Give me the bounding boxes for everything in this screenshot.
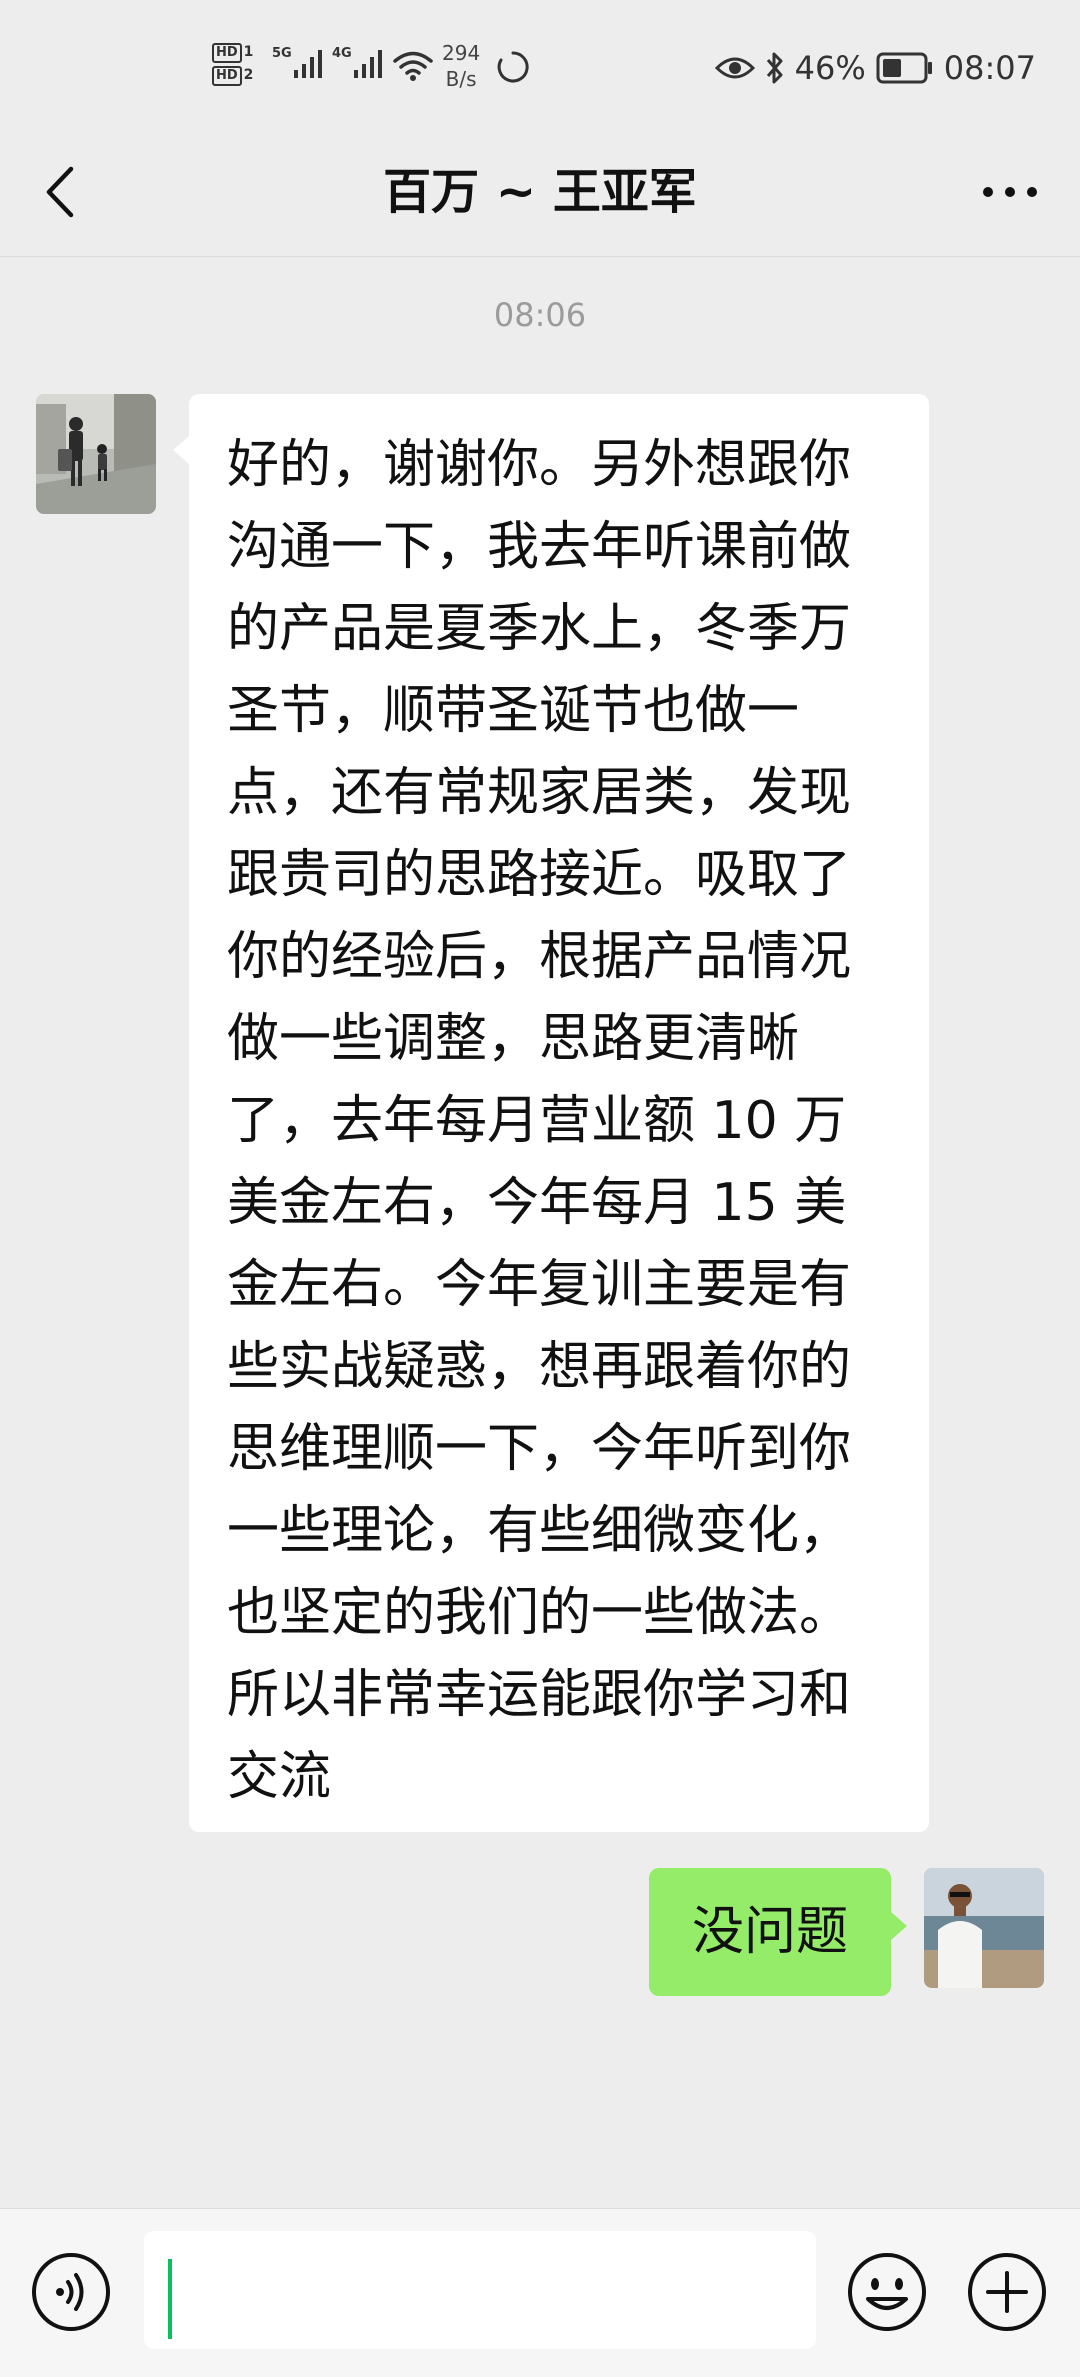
outgoing-message-bubble[interactable]: 没问题 xyxy=(649,1868,907,1996)
wifi-icon xyxy=(393,51,433,81)
network-speed-unit: B/s xyxy=(445,67,477,91)
signal-bars-icon xyxy=(294,50,322,78)
text-caret xyxy=(168,2259,172,2339)
emoji-button[interactable] xyxy=(846,2251,928,2333)
hd2-badge: HD xyxy=(212,66,242,86)
network-4g-label: 4G xyxy=(332,46,352,61)
chat-title: 百万 ~ 王亚军 xyxy=(383,164,697,220)
battery-percent: 46% xyxy=(794,49,866,87)
emoji-icon xyxy=(848,2253,926,2331)
status-right-group: 46% 08:07 xyxy=(714,44,1036,92)
outgoing-message-text: 没问题 xyxy=(691,1902,848,1962)
more-functions-button[interactable] xyxy=(966,2251,1048,2333)
plus-icon xyxy=(968,2253,1046,2331)
back-button[interactable] xyxy=(30,152,90,232)
loading-circle-icon xyxy=(497,51,529,83)
contact-avatar[interactable] xyxy=(36,394,156,514)
signal-5g: 5G xyxy=(272,46,328,82)
chevron-left-icon xyxy=(46,166,74,218)
incoming-message-bubble[interactable]: 好的，谢谢你。另外想跟你沟通一下，我去年听课前做的产品是夏季水上，冬季万圣节，顺… xyxy=(173,394,929,1832)
signal-bars-icon xyxy=(354,50,382,78)
my-avatar[interactable] xyxy=(924,1868,1044,1988)
more-icon xyxy=(983,187,1037,197)
chat-header: 百万 ~ 王亚军 xyxy=(0,128,1080,257)
more-button[interactable] xyxy=(970,152,1050,232)
hd1-badge: HD xyxy=(212,43,242,63)
hd1-number: 1 xyxy=(243,44,254,60)
hd2-number: 2 xyxy=(243,67,254,83)
status-bar: HD 1 HD 2 5G 4G 294 B/s 46% 08:07 xyxy=(0,0,1080,128)
message-timestamp: 08:06 xyxy=(493,296,587,334)
input-bar xyxy=(0,2208,1080,2377)
incoming-message-text: 好的，谢谢你。另外想跟你沟通一下，我去年听课前做的产品是夏季水上，冬季万圣节，顺… xyxy=(227,435,852,1807)
eye-icon xyxy=(714,57,755,79)
clock: 08:07 xyxy=(943,49,1036,87)
network-speed-value: 294 xyxy=(442,41,481,65)
avatar-photo-beach xyxy=(924,1868,1044,1988)
voice-button[interactable] xyxy=(30,2251,112,2333)
battery-icon xyxy=(876,52,932,84)
network-5g-label: 5G xyxy=(272,46,292,61)
network-speed: 294 B/s xyxy=(442,40,480,92)
bluetooth-icon xyxy=(766,52,783,84)
voice-icon xyxy=(32,2253,110,2331)
avatar-photo-street xyxy=(36,394,156,514)
hd-indicators: HD 1 HD 2 xyxy=(212,40,262,86)
signal-4g: 4G xyxy=(332,46,388,82)
message-input[interactable] xyxy=(144,2231,816,2349)
